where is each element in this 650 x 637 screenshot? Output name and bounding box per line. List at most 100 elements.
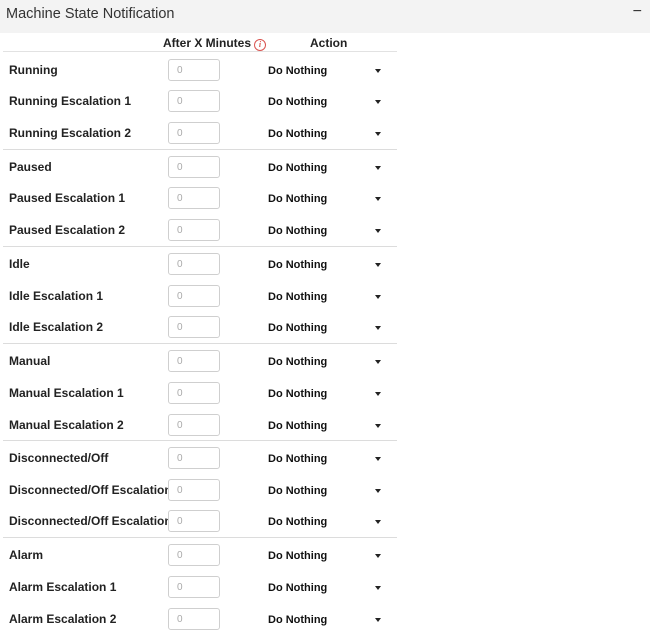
action-dropdown[interactable]: Do Nothing [268,193,388,207]
state-label: Manual Escalation 1 [9,386,124,400]
caret-down-icon [375,69,381,73]
info-icon[interactable]: i [254,39,267,51]
caret-down-icon [375,392,381,396]
state-row: Idle Do Nothing [0,253,400,275]
state-row: Manual Do Nothing [0,350,400,372]
state-row: Manual Escalation 1 Do Nothing [0,382,400,404]
caret-down-icon [375,489,381,493]
action-dropdown[interactable]: Do Nothing [268,291,388,305]
state-label: Running [9,63,58,77]
action-value: Do Nothing [268,388,328,400]
action-value: Do Nothing [268,550,328,562]
action-dropdown[interactable]: Do Nothing [268,259,388,273]
action-value: Do Nothing [268,291,328,303]
action-value: Do Nothing [268,322,328,334]
minutes-input[interactable] [168,479,220,501]
state-row: Paused Escalation 2 Do Nothing [0,219,400,241]
state-label: Idle Escalation 2 [9,320,104,334]
action-value: Do Nothing [268,225,328,237]
state-row: Alarm Escalation 1 Do Nothing [0,576,400,598]
action-value: Do Nothing [268,193,328,205]
caret-down-icon [375,424,381,428]
state-row: Idle Escalation 2 Do Nothing [0,316,400,338]
caret-down-icon [375,586,381,590]
action-value: Do Nothing [268,259,328,271]
minutes-input[interactable] [168,316,220,338]
column-header-action: Action [310,36,348,50]
minutes-input[interactable] [168,414,220,436]
state-label: Paused [9,160,52,174]
minutes-input[interactable] [168,187,220,209]
action-dropdown[interactable]: Do Nothing [268,516,388,530]
caret-down-icon [375,263,381,267]
state-row: Alarm Escalation 2 Do Nothing [0,608,400,630]
minutes-input[interactable] [168,59,220,81]
action-dropdown[interactable]: Do Nothing [268,614,388,628]
minutes-input[interactable] [168,576,220,598]
minutes-input[interactable] [168,122,220,144]
action-dropdown[interactable]: Do Nothing [268,453,388,467]
action-value: Do Nothing [268,356,328,368]
action-value: Do Nothing [268,162,328,174]
column-header-minutes: After X Minutes i [163,36,267,51]
action-value: Do Nothing [268,485,328,497]
state-row: Alarm Do Nothing [0,544,400,566]
state-label: Manual Escalation 2 [9,418,124,432]
state-label: Disconnected/Off [9,451,109,465]
minutes-input[interactable] [168,285,220,307]
action-dropdown[interactable]: Do Nothing [268,162,388,176]
action-dropdown[interactable]: Do Nothing [268,550,388,564]
action-value: Do Nothing [268,516,328,528]
caret-down-icon [375,457,381,461]
minutes-input[interactable] [168,544,220,566]
group-divider [3,149,397,150]
state-label: Paused Escalation 1 [9,191,126,205]
collapse-button[interactable]: − [633,3,642,21]
state-row: Disconnected/Off Escalation 2 Do Nothing [0,510,400,532]
minutes-input[interactable] [168,350,220,372]
minutes-input[interactable] [168,510,220,532]
caret-down-icon [375,520,381,524]
state-row: Running Escalation 1 Do Nothing [0,90,400,112]
state-label: Disconnected/Off Escalation 1 [9,483,182,497]
action-value: Do Nothing [268,453,328,465]
minutes-input[interactable] [168,156,220,178]
caret-down-icon [375,197,381,201]
action-dropdown[interactable]: Do Nothing [268,128,388,142]
state-row: Disconnected/Off Do Nothing [0,447,400,469]
minutes-input[interactable] [168,90,220,112]
state-row: Manual Escalation 2 Do Nothing [0,414,400,436]
action-dropdown[interactable]: Do Nothing [268,356,388,370]
state-row: Disconnected/Off Escalation 1 Do Nothing [0,479,400,501]
group-divider [3,537,397,538]
action-dropdown[interactable]: Do Nothing [268,388,388,402]
caret-down-icon [375,229,381,233]
action-value: Do Nothing [268,65,328,77]
action-dropdown[interactable]: Do Nothing [268,485,388,499]
minutes-input[interactable] [168,382,220,404]
state-row: Paused Do Nothing [0,156,400,178]
group-divider [3,246,397,247]
minutes-input[interactable] [168,253,220,275]
caret-down-icon [375,618,381,622]
state-label: Alarm Escalation 1 [9,580,117,594]
caret-down-icon [375,360,381,364]
action-value: Do Nothing [268,420,328,432]
state-label: Running Escalation 1 [9,94,132,108]
state-row: Running Do Nothing [0,59,400,81]
minutes-input[interactable] [168,447,220,469]
caret-down-icon [375,166,381,170]
minutes-input[interactable] [168,219,220,241]
state-label: Paused Escalation 2 [9,223,126,237]
panel-header: Machine State Notification − [0,0,650,33]
state-label: Alarm Escalation 2 [9,612,117,626]
action-dropdown[interactable]: Do Nothing [268,582,388,596]
state-label: Disconnected/Off Escalation 2 [9,514,182,528]
action-dropdown[interactable]: Do Nothing [268,322,388,336]
action-dropdown[interactable]: Do Nothing [268,65,388,79]
action-dropdown[interactable]: Do Nothing [268,225,388,239]
action-dropdown[interactable]: Do Nothing [268,96,388,110]
minutes-input[interactable] [168,608,220,630]
action-value: Do Nothing [268,96,328,108]
action-dropdown[interactable]: Do Nothing [268,420,388,434]
